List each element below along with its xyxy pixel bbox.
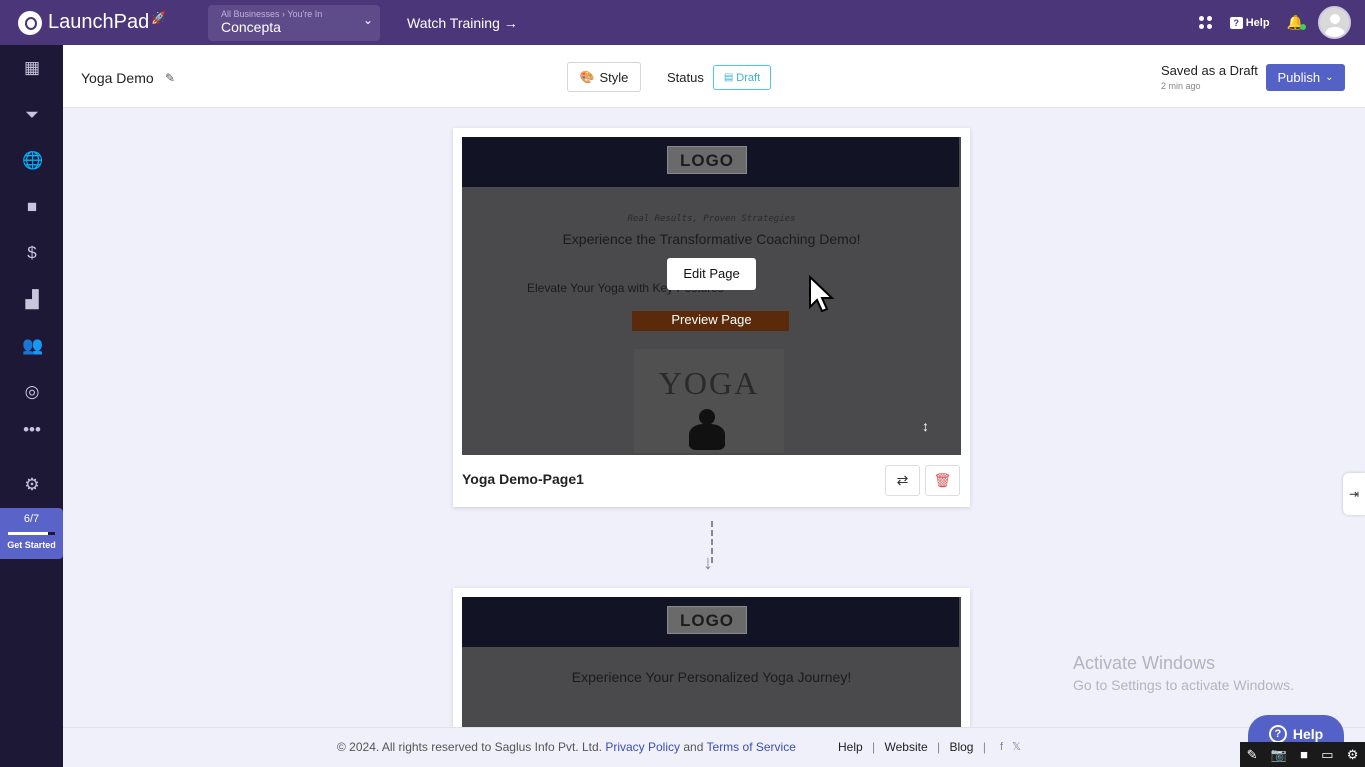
footer-copyright: © 2024. All rights reserved to Saglus In… — [337, 740, 796, 754]
footer-links: Help | Website | Blog | — [838, 740, 992, 754]
help-widget-label: Help — [1292, 726, 1324, 742]
status-value: Draft — [736, 71, 761, 84]
business-selector[interactable]: All Businesses › You're In Concepta ⌄ — [208, 4, 380, 41]
dashboard-icon[interactable]: ▦ — [22, 58, 42, 78]
status-badge[interactable]: ▤ Draft — [713, 65, 771, 90]
rocket-icon: 🚀 — [151, 10, 167, 25]
top-bar: LaunchPad 🚀 All Businesses › You're In C… — [0, 0, 1365, 45]
edit-page-button[interactable]: Edit Page — [667, 258, 756, 290]
gauge-icon[interactable]: ◎ — [22, 382, 42, 402]
help-circle-icon: ? — [1268, 725, 1287, 743]
more-icon[interactable]: ••• — [22, 420, 42, 440]
page-card: LOGO Experience Your Personalized Yoga J… — [453, 588, 970, 728]
help-icon: ? — [1229, 16, 1243, 29]
mouse-cursor-icon — [809, 275, 834, 313]
funnel-icon[interactable]: ⏷ — [22, 105, 42, 125]
page-title: Yoga Demo — [81, 70, 154, 86]
app-name: LaunchPad — [48, 11, 150, 33]
footer-blog-link[interactable]: Blog — [949, 740, 973, 754]
footer-separator: | — [872, 740, 876, 754]
dollar-icon[interactable]: $ — [22, 243, 42, 263]
publish-label: Publish — [1277, 70, 1321, 85]
notification-bell-icon[interactable]: 🔔 — [1287, 14, 1307, 31]
preview-heading: Experience the Transformative Coaching D… — [562, 231, 861, 247]
delete-page-button[interactable]: 🗑 — [925, 465, 960, 496]
social-links: f 𝕏 — [1000, 740, 1021, 753]
replace-page-button[interactable]: ⇄ — [885, 465, 920, 496]
screen-capture-toolbar: ✎ 📷 ■ ▭ ⚙ — [1240, 742, 1365, 767]
arrow-down-icon: ↓ — [703, 552, 713, 574]
x-twitter-icon[interactable]: 𝕏 — [1012, 741, 1021, 753]
progress-count: 6/7 — [23, 513, 40, 525]
footer-website-link[interactable]: Website — [885, 740, 928, 754]
side-panel-toggle[interactable]: ⇥ — [1343, 473, 1365, 515]
copyright-text: © 2024. All rights reserved to Saglus In… — [337, 740, 602, 754]
and-text: and — [683, 740, 704, 754]
preview-logo: LOGO — [667, 146, 747, 174]
help-label: Help — [1245, 16, 1270, 29]
windows-activation-text: Go to Settings to activate Windows. — [1073, 677, 1294, 693]
launchpad-logo-icon — [18, 10, 42, 35]
preview-image-text: YOGA — [658, 365, 760, 401]
page-preview[interactable]: LOGO Experience Your Personalized Yoga J… — [462, 597, 961, 728]
document-icon: ▤ — [723, 72, 734, 83]
page-connector-arrow: ↓ — [703, 521, 721, 575]
resize-vertical-icon[interactable]: ↕ — [922, 418, 929, 434]
business-name: Concepta — [221, 18, 281, 35]
sidebar: ▦ ⏷ 🌐 ■ $ ▟ 👥 ◎ ••• ⚙ 6/7 Get Started — [0, 45, 63, 767]
help-button[interactable]: ? Help — [1229, 16, 1270, 29]
watch-training-link[interactable]: Watch Training → — [407, 15, 518, 31]
business-selector-caption: All Businesses › You're In — [221, 8, 323, 19]
style-button[interactable]: 🎨 Style — [567, 62, 641, 92]
page-card-title: Yoga Demo-Page1 — [462, 471, 584, 487]
apps-grid-icon[interactable] — [1198, 16, 1212, 29]
saved-time: 2 min ago — [1161, 81, 1201, 91]
preview-page-button[interactable]: Preview Page — [462, 312, 961, 327]
footer-help-link[interactable]: Help — [838, 740, 863, 754]
preview-yoga-image: YOGA — [634, 349, 784, 453]
analytics-icon[interactable]: ▟ — [22, 290, 42, 310]
settings-icon[interactable]: ⚙ — [1347, 747, 1359, 763]
window-icon[interactable]: ▭ — [1321, 747, 1333, 763]
terms-link[interactable]: Terms of Service — [707, 740, 796, 754]
users-icon[interactable]: 👥 — [22, 336, 43, 356]
footer-separator: | — [936, 740, 941, 754]
style-label: Style — [599, 69, 629, 85]
privacy-policy-link[interactable]: Privacy Policy — [605, 740, 680, 754]
progress-bar — [8, 532, 55, 535]
facebook-icon[interactable]: f — [1000, 741, 1003, 753]
chevron-down-icon: ⌄ — [362, 12, 373, 27]
camera-icon[interactable]: 📷 — [1271, 747, 1287, 763]
app-logo[interactable]: LaunchPad 🚀 — [18, 10, 208, 35]
get-started-progress[interactable]: 6/7 Get Started — [0, 508, 63, 559]
user-avatar[interactable] — [1318, 6, 1351, 39]
globe-icon[interactable]: 🌐 — [22, 151, 43, 171]
editor-header: Yoga Demo ✎ 🎨 Style Status ▤ Draft Saved… — [63, 45, 1365, 108]
windows-activation-title: Activate Windows — [1073, 653, 1216, 673]
palette-icon: 🎨 — [579, 70, 595, 84]
preview-logo: LOGO — [667, 606, 747, 634]
gear-icon[interactable]: ⚙ — [22, 475, 42, 495]
saved-status: Saved as a Draft — [1161, 63, 1258, 78]
status-label: Status — [667, 70, 704, 85]
preview-subheading: Real Results, Proven Strategies — [627, 214, 796, 224]
pen-icon[interactable]: ✎ — [1247, 747, 1258, 763]
get-started-label: Get Started — [7, 540, 56, 550]
edit-name-icon[interactable]: ✎ — [165, 71, 175, 85]
video-camera-icon[interactable]: ■ — [1300, 747, 1308, 762]
page-card: LOGO Real Results, Proven Strategies Exp… — [453, 128, 970, 507]
video-icon[interactable]: ■ — [22, 197, 42, 217]
footer: © 2024. All rights reserved to Saglus In… — [63, 727, 1365, 767]
preview-heading: Experience Your Personalized Yoga Journe… — [571, 669, 852, 685]
chevron-down-icon: ⌄ — [1325, 72, 1334, 83]
publish-button[interactable]: Publish ⌄ — [1266, 64, 1345, 91]
footer-separator: | — [982, 740, 986, 754]
page-preview[interactable]: LOGO Real Results, Proven Strategies Exp… — [462, 137, 961, 455]
